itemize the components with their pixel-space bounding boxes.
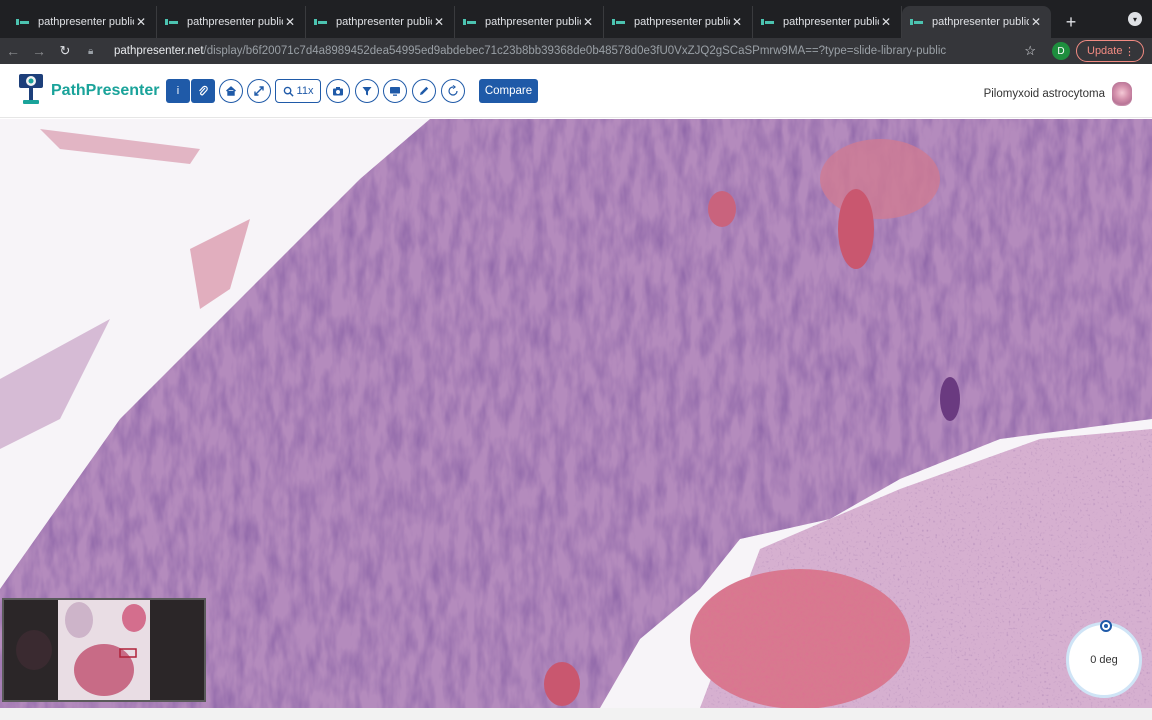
close-icon[interactable]: ✕ — [432, 15, 446, 29]
home-icon — [226, 86, 236, 96]
pathpresenter-favicon-icon — [165, 17, 179, 27]
pencil-icon — [420, 86, 429, 95]
browser-tab-strip: pathpresenter public ✕ pathpresenter publ… — [0, 0, 1152, 38]
bookmark-star-icon[interactable]: ☆ — [1024, 43, 1036, 59]
filter-button[interactable] — [355, 79, 379, 103]
pathpresenter-favicon-icon — [910, 17, 924, 27]
brand-name: PathPresenter — [51, 82, 160, 99]
back-arrow-icon[interactable]: ← — [0, 38, 26, 64]
pathpresenter-favicon-icon — [314, 17, 328, 27]
case-thumbnail[interactable] — [1112, 82, 1132, 106]
close-icon[interactable]: ✕ — [283, 15, 297, 29]
home-button[interactable] — [219, 79, 243, 103]
forward-arrow-icon[interactable]: → — [26, 38, 52, 64]
close-icon[interactable]: ✕ — [134, 15, 148, 29]
browser-tab[interactable]: pathpresenter public ✕ — [455, 6, 604, 38]
zoom-level: 11x — [296, 85, 314, 97]
compare-button[interactable]: Compare — [479, 79, 538, 103]
tab-title: pathpresenter public — [485, 16, 581, 28]
case-title: Pilomyxoid astrocytoma — [983, 88, 1105, 100]
browser-tab[interactable]: pathpresenter public ✕ — [8, 6, 157, 38]
close-icon[interactable]: ✕ — [1029, 15, 1043, 29]
update-label: Update — [1087, 45, 1123, 57]
rotation-label: 0 deg — [1090, 654, 1118, 666]
browser-tab[interactable]: pathpresenter public ✕ — [157, 6, 306, 38]
snapshot-button[interactable] — [326, 79, 350, 103]
browser-tab[interactable]: pathpresenter public ✕ — [604, 6, 753, 38]
browser-tab-active[interactable]: pathpresenter public ✕ — [902, 6, 1051, 38]
minimap-thumbnail[interactable] — [4, 600, 204, 700]
pathpresenter-favicon-icon — [16, 17, 30, 27]
camera-icon — [333, 87, 343, 96]
close-icon[interactable]: ✕ — [581, 15, 595, 29]
tab-title: pathpresenter public — [634, 16, 730, 28]
kebab-menu-icon[interactable]: ⋮ — [1124, 45, 1135, 58]
app-header: PathPresenter i 11x Compare Pilomyxoid a… — [0, 64, 1152, 118]
slide-minimap[interactable] — [2, 598, 206, 702]
tab-search-chevron-icon[interactable]: ▾ — [1128, 12, 1142, 26]
update-button[interactable]: Update ⋮ — [1076, 40, 1144, 62]
annotations-button[interactable] — [191, 79, 215, 103]
reload-icon[interactable]: ↻ — [52, 38, 78, 64]
pathpresenter-logo-icon — [19, 74, 43, 104]
bottom-bar — [0, 708, 1152, 720]
new-tab-plus-icon[interactable]: + — [1057, 6, 1085, 38]
monitor-icon — [390, 87, 400, 96]
tab-title: pathpresenter public — [932, 16, 1029, 28]
rotation-handle-icon[interactable] — [1100, 620, 1112, 632]
present-button[interactable] — [383, 79, 407, 103]
tab-title: pathpresenter public — [187, 16, 283, 28]
close-icon[interactable]: ✕ — [879, 15, 893, 29]
rotation-control[interactable]: 0 deg — [1066, 620, 1142, 698]
profile-avatar[interactable]: D — [1052, 42, 1070, 60]
rotate-icon — [448, 85, 458, 96]
address-bar[interactable]: 🔒︎ pathpresenter.net/display/b6f20071c7d… — [88, 39, 1048, 63]
pathpresenter-favicon-icon — [612, 17, 626, 27]
magnifier-icon — [283, 86, 294, 97]
expand-icon — [254, 86, 264, 96]
lock-icon: 🔒︎ — [88, 45, 94, 57]
url-domain: pathpresenter.net — [114, 45, 204, 57]
pathpresenter-favicon-icon — [761, 17, 775, 27]
rotate-button[interactable] — [441, 79, 465, 103]
tab-title: pathpresenter public — [38, 16, 134, 28]
filter-icon — [362, 87, 372, 96]
fullscreen-button[interactable] — [247, 79, 271, 103]
draw-button[interactable] — [412, 79, 436, 103]
paperclip-icon — [199, 85, 208, 96]
info-icon: i — [176, 85, 180, 97]
pathpresenter-favicon-icon — [463, 17, 477, 27]
browser-toolbar: ← → ↻ 🔒︎ pathpresenter.net/display/b6f20… — [0, 38, 1152, 64]
url-path: /display/b6f20071c7d4a8989452dea54995ed9… — [203, 45, 947, 57]
tab-title: pathpresenter public — [783, 16, 879, 28]
zoom-button[interactable]: 11x — [275, 79, 321, 103]
browser-tab[interactable]: pathpresenter public ✕ — [753, 6, 902, 38]
close-icon[interactable]: ✕ — [730, 15, 744, 29]
info-button[interactable]: i — [166, 79, 190, 103]
browser-tab[interactable]: pathpresenter public ✕ — [306, 6, 455, 38]
tab-title: pathpresenter public — [336, 16, 432, 28]
